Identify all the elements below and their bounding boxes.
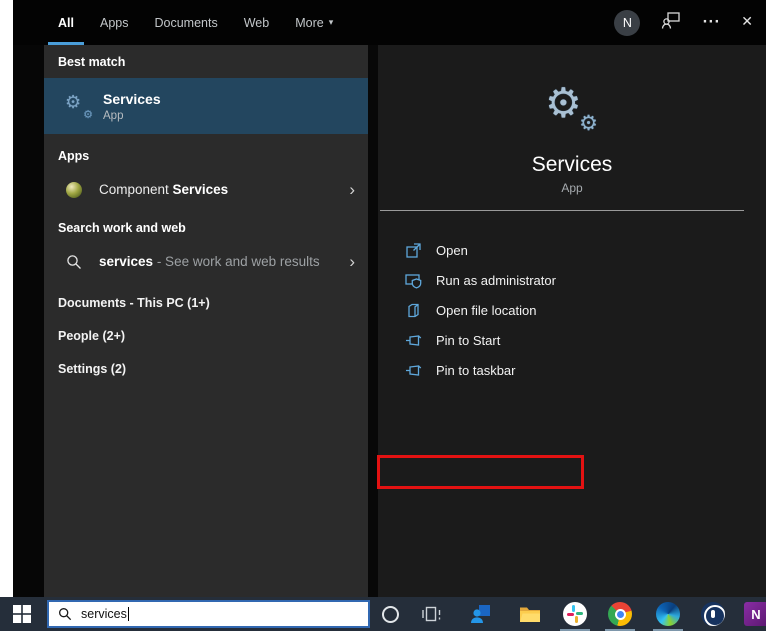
preview-title: Services [531,153,613,176]
best-match-title: Services [103,90,161,107]
tab-apps-label: Apps [99,15,129,30]
start-button[interactable] [0,597,44,631]
group-settings[interactable]: Settings (2) [44,352,368,385]
taskbar: services N [0,597,766,631]
tab-apps[interactable]: Apps [100,0,129,45]
action-pin-to-start[interactable]: Pin to Start [378,325,766,355]
preview-panel: ⚙ ⚙ Services App Open Run as administrat… [377,45,766,597]
chevron-down-icon: ▾ [328,17,334,28]
chevron-right-icon[interactable]: › [349,181,355,198]
result-component-services[interactable]: Component Services › [44,173,368,206]
result-search-web[interactable]: services - See work and web results › [44,245,368,278]
user-avatar[interactable]: N [614,9,641,36]
run-as-admin-highlight-box [377,455,584,489]
action-pin-to-taskbar[interactable]: Pin to taskbar [378,355,766,385]
file-explorer-icon [520,607,540,622]
pin-icon [406,334,422,346]
tab-documents-label: Documents [154,15,218,30]
pin-icon [406,364,422,376]
tab-more[interactable]: More ▾ [295,0,333,45]
tab-web[interactable]: Web [244,0,269,45]
taskbar-icon-edge[interactable] [656,602,680,626]
action-open-file-location[interactable]: Open file location [378,295,766,325]
best-match-text: Services App [103,91,161,122]
run-as-admin-icon [405,273,422,289]
onenote-icon: N [744,602,766,626]
action-pin-to-start-label: Pin to Start [436,332,501,348]
chrome-icon [608,602,632,626]
action-open[interactable]: Open [378,235,766,265]
search-web-section-header: Search work and web [58,221,186,235]
search-input-value: services [81,607,127,621]
cortana-icon [381,605,399,623]
taskbar-icon-onenote[interactable]: N [744,602,766,626]
tab-more-label: More [295,15,324,30]
group-documents[interactable]: Documents - This PC (1+) [44,286,368,319]
panel-divider-gap [368,45,378,597]
tab-web-label: Web [243,15,270,30]
search-top-bar: All Apps Documents Web More ▾ N ··· ✕ [13,0,766,45]
open-icon [406,242,421,258]
search-icon [59,608,72,621]
preview-divider [380,210,744,211]
text-cursor [127,607,129,621]
slack-icon [563,602,587,626]
edge-icon [656,602,680,626]
taskbar-icon-people[interactable] [469,602,493,626]
taskbar-search-input[interactable]: services [47,600,370,628]
services-gears-icon-large: ⚙ ⚙ [545,79,598,135]
tab-documents[interactable]: Documents [154,0,217,45]
action-run-as-administrator[interactable]: Run as administrator [378,265,766,295]
best-match-subtitle: App [103,109,124,122]
windows-search-screen: All Apps Documents Web More ▾ N ··· ✕ Be… [0,0,766,631]
taskbar-icon-slack[interactable] [563,602,587,626]
taskbar-icon-cortana[interactable] [378,602,402,626]
more-options-icon[interactable]: ··· [702,0,720,45]
action-open-label: Open [436,242,468,258]
component-services-label: Component Services [99,182,229,197]
action-open-file-location-label: Open file location [436,302,537,318]
apps-section-header: Apps [58,149,90,163]
group-people[interactable]: People (2+) [44,319,368,352]
header-icons: N ··· ✕ [614,0,753,45]
left-black-rail [13,45,44,597]
avatar-letter: N [622,15,632,30]
best-match-header: Best match [58,55,126,69]
preview-subtitle: App [561,181,583,195]
windows-logo-icon [13,605,31,623]
1password-icon [701,602,725,626]
action-pin-to-taskbar-label: Pin to taskbar [436,362,516,378]
taskbar-icon-chrome[interactable] [608,602,632,626]
tab-all-label: All [58,15,74,30]
taskbar-icon-file-explorer[interactable] [518,602,542,626]
component-services-icon [65,181,83,199]
action-run-as-admin-label: Run as administrator [436,272,556,288]
close-icon[interactable]: ✕ [741,0,753,45]
chevron-right-icon[interactable]: › [349,253,355,270]
people-icon [471,605,490,623]
file-location-icon [408,303,419,317]
search-results-panel: Best match ⚙ ⚙ Services App Apps Compone… [44,45,368,597]
services-gears-icon: ⚙ ⚙ [65,92,93,121]
preview-actions: Open Run as administrator Open file loca… [377,235,766,489]
taskbar-icon-1password[interactable] [701,602,725,626]
search-web-label: services - See work and web results [99,254,320,269]
result-best-match-services[interactable]: ⚙ ⚙ Services App [44,78,368,134]
task-view-icon [422,606,441,622]
taskbar-icon-task-view[interactable] [419,602,443,626]
tab-all[interactable]: All [48,0,84,45]
feedback-icon[interactable] [661,10,681,35]
search-icon [65,253,83,271]
